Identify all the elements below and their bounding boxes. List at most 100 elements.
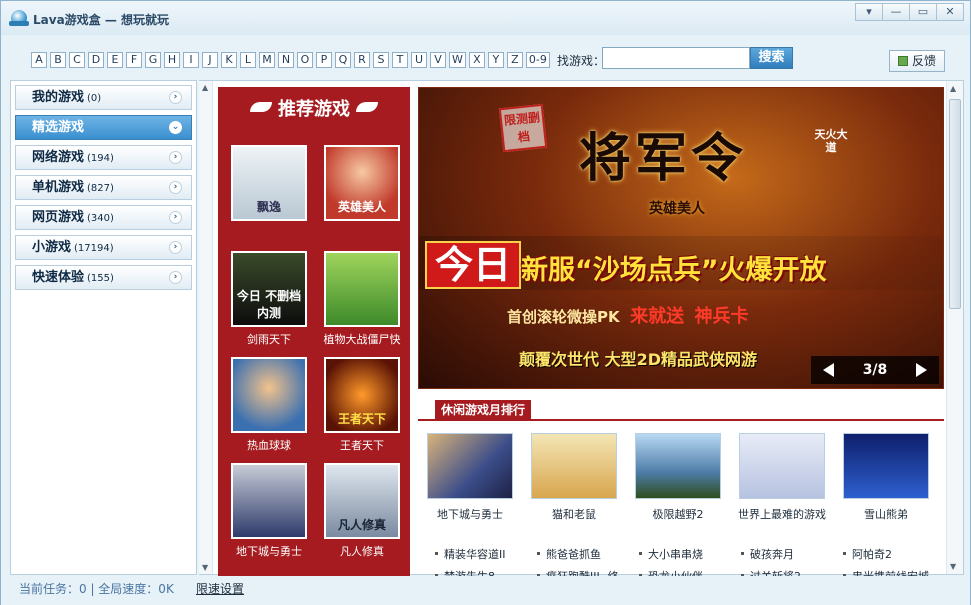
letter-filter-m[interactable]: M (259, 52, 275, 68)
game-name[interactable]: 地下城与勇士 (229, 543, 309, 559)
letter-filter-v[interactable]: V (430, 52, 446, 68)
scroll-thumb[interactable] (949, 99, 961, 309)
scroll-down-icon[interactable]: ▼ (950, 562, 956, 571)
game-thumb-icon[interactable]: 英雄美人 (324, 145, 400, 221)
game-link[interactable]: 疯狂跑酷III--终 (537, 568, 619, 576)
right-scrollbar[interactable]: ▲ ▼ (946, 81, 963, 574)
letter-filter-o[interactable]: O (297, 52, 313, 68)
recommend-game-card[interactable]: 英雄美人 (322, 145, 402, 225)
scroll-down-icon[interactable]: ▼ (202, 563, 208, 572)
ranking-game-card[interactable]: 猫和老鼠 (526, 433, 622, 522)
ranking-game-card[interactable]: 雪山熊弟 (838, 433, 934, 522)
game-thumb-icon[interactable]: 凡人修真 (324, 463, 400, 539)
game-thumb-icon[interactable] (231, 357, 307, 433)
game-name[interactable]: 植物大战僵尸快 (322, 331, 402, 347)
letter-filter-h[interactable]: H (164, 52, 180, 68)
recommend-game-card[interactable]: 植物大战僵尸快 (322, 251, 402, 347)
ranking-tab[interactable]: 休闲游戏月排行 (435, 400, 532, 421)
feedback-button[interactable]: 反馈 (889, 50, 945, 72)
letter-filter-l[interactable]: L (240, 52, 256, 68)
letter-filter-n[interactable]: N (278, 52, 294, 68)
game-thumb-icon[interactable] (427, 433, 513, 499)
game-thumb-icon[interactable] (231, 463, 307, 539)
letter-filter-f[interactable]: F (126, 52, 142, 68)
letter-filter-c[interactable]: C (69, 52, 85, 68)
game-name[interactable]: 剑雨天下 (229, 331, 309, 347)
ranking-game-card[interactable]: 极限越野2 (630, 433, 726, 522)
letter-filter-s[interactable]: S (373, 52, 389, 68)
game-name[interactable]: 热血球球 (229, 437, 309, 453)
letter-filter-i[interactable]: I (183, 52, 199, 68)
game-thumb-icon[interactable]: 王者天下 (324, 357, 400, 433)
scroll-up-icon[interactable]: ▲ (950, 84, 956, 93)
sidebar-item-web-games[interactable]: 网页游戏 (340) › (15, 205, 192, 230)
letter-filter-j[interactable]: J (202, 52, 218, 68)
letter-filter-u[interactable]: U (411, 52, 427, 68)
game-name[interactable]: 雪山熊弟 (838, 506, 934, 522)
search-button[interactable]: 搜索 (750, 47, 793, 69)
letter-filter-t[interactable]: T (392, 52, 408, 68)
left-scrollbar[interactable]: ▲ ▼ (199, 81, 213, 574)
game-link[interactable]: 熊爸爸抓鱼 (537, 546, 601, 562)
title-bar[interactable]: Lava游戏盒 — 想玩就玩 ▾ — ▭ ✕ (1, 1, 970, 35)
letter-filter-p[interactable]: P (316, 52, 332, 68)
game-thumb-icon[interactable] (531, 433, 617, 499)
sidebar-item-quick-play[interactable]: 快速体验 (155) › (15, 265, 192, 290)
recommend-game-card[interactable]: 地下城与勇士 (229, 463, 309, 559)
ranking-game-card[interactable]: 地下城与勇士 (422, 433, 518, 522)
maximize-button[interactable]: ▭ (909, 3, 937, 21)
recommend-game-card[interactable]: 飘逸 (229, 145, 309, 225)
close-button[interactable]: ✕ (936, 3, 964, 21)
game-link[interactable]: 精装华容道II (435, 546, 506, 562)
promo-banner[interactable]: 限测删档 将军令 天火大道 英雄美人 今日 新服“沙场点兵”火爆开放 首创滚轮微… (418, 87, 944, 389)
letter-filter-r[interactable]: R (354, 52, 370, 68)
letter-filter-q[interactable]: Q (335, 52, 351, 68)
minimize-button[interactable]: — (882, 3, 910, 21)
game-name[interactable]: 世界上最难的游戏 (734, 506, 830, 522)
letter-filter-w[interactable]: W (449, 52, 466, 68)
prev-slide-icon[interactable] (823, 363, 834, 377)
letter-filter-x[interactable]: X (468, 52, 485, 68)
next-slide-icon[interactable] (916, 363, 927, 377)
recommend-game-card[interactable]: 王者天下 王者天下 (322, 357, 402, 453)
game-name[interactable]: 王者天下 (322, 437, 402, 453)
search-input[interactable] (602, 47, 750, 69)
letter-filter-d[interactable]: D (88, 52, 104, 68)
letter-filter-z[interactable]: Z (506, 52, 523, 68)
letter-filter-e[interactable]: E (107, 52, 123, 68)
game-thumb-icon[interactable]: 飘逸 (231, 145, 307, 221)
game-link[interactable]: 恐龙小伙伴 (639, 568, 703, 576)
game-thumb-icon[interactable] (739, 433, 825, 499)
game-name[interactable]: 猫和老鼠 (526, 506, 622, 522)
letter-filter-b[interactable]: B (50, 52, 66, 68)
game-link[interactable]: 串光携前线安城 (843, 568, 929, 576)
speed-limit-link[interactable]: 限速设置 (196, 580, 244, 597)
game-link[interactable]: 阿帕奇2 (843, 546, 892, 562)
game-thumb-icon[interactable] (843, 433, 929, 499)
game-link[interactable]: 破孩奔月 (741, 546, 794, 562)
game-name[interactable]: 地下城与勇士 (422, 506, 518, 522)
recommend-game-card[interactable]: 凡人修真 凡人修真 (322, 463, 402, 559)
letter-filter-k[interactable]: K (221, 52, 237, 68)
game-thumb-icon[interactable] (635, 433, 721, 499)
letter-filter-0-9[interactable]: 0-9 (525, 52, 550, 68)
letter-filter-a[interactable]: A (31, 52, 47, 68)
recommend-game-card[interactable]: 热血球球 (229, 357, 309, 453)
sidebar-item-online-games[interactable]: 网络游戏 (194) › (15, 145, 192, 170)
letter-filter-y[interactable]: Y (487, 52, 504, 68)
recommend-game-card[interactable]: 今日 不删档内测剑雨天下 (229, 251, 309, 347)
game-link[interactable]: 大小串串烧 (639, 546, 703, 562)
menu-dropdown-button[interactable]: ▾ (855, 3, 883, 21)
sidebar-item-mini-games[interactable]: 小游戏 (17194) › (15, 235, 192, 260)
sidebar-item-my-games[interactable]: 我的游戏 (0) › (15, 85, 192, 110)
sidebar-item-standalone-games[interactable]: 单机游戏 (827) › (15, 175, 192, 200)
ranking-game-card[interactable]: 世界上最难的游戏 (734, 433, 830, 522)
game-link[interactable]: 过关斩将2 (741, 568, 801, 576)
scroll-up-icon[interactable]: ▲ (202, 83, 208, 92)
game-name[interactable]: 凡人修真 (322, 543, 402, 559)
game-name[interactable]: 极限越野2 (630, 506, 726, 522)
letter-filter-g[interactable]: G (145, 52, 161, 68)
game-link[interactable]: 梦游先生8 (435, 568, 495, 576)
game-thumb-icon[interactable]: 今日 不删档内测 (231, 251, 307, 327)
game-thumb-icon[interactable] (324, 251, 400, 327)
